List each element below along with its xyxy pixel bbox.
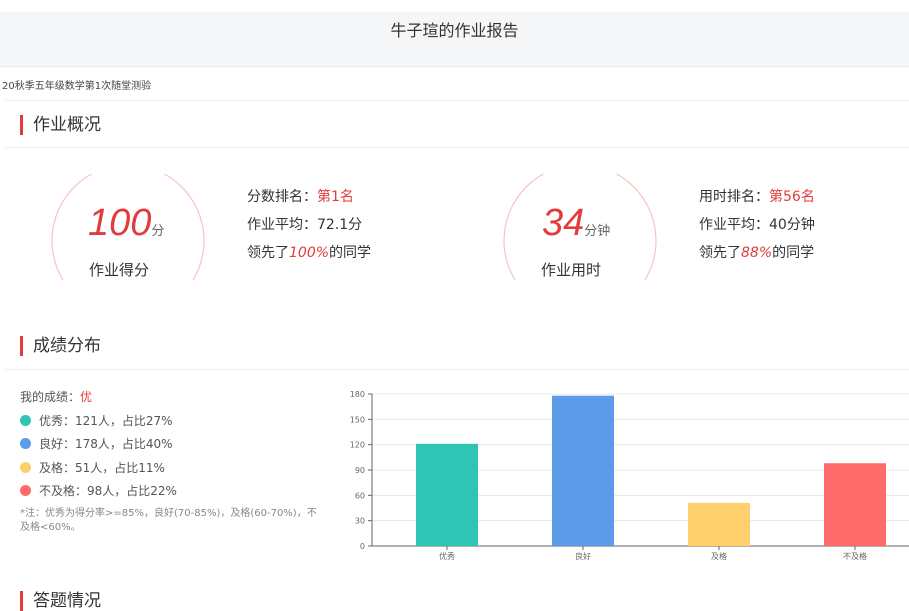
bar-良好 [552,395,614,546]
time-ring [503,174,657,281]
bar-不及格 [824,463,886,546]
bar-优秀 [416,443,478,546]
divider [5,147,909,148]
divider [5,369,909,370]
grade-note: *注：优秀为得分率>=85%，良好(70-85%)，及格(60-70%)，不及格… [20,508,317,533]
score-caption: 作业得分 [89,261,150,279]
bar-及格 [688,502,750,546]
score-ring [51,174,205,281]
x-tick-label: 不及格 [843,551,867,561]
y-tick-label: 150 [350,415,365,424]
legend-dot [20,461,31,473]
time-caption: 作业用时 [541,261,602,279]
y-tick-label: 60 [355,491,365,500]
legend-dot [20,485,31,496]
section-title-answers: 答题情况 [20,591,101,611]
time-stats: 用时排名：第56名 作业平均：40分钟 领先了88%的同学 [699,189,815,261]
grade-bar-chart: 0 30 60 90 120 150 180 优秀 良好 及格 不及格 [350,390,909,561]
y-tick-label: 90 [355,466,365,475]
legend-item: 优秀：121人，占比27% [20,410,177,434]
assignment-name: 20秋季五年级数学第1次随堂测验 [2,81,152,92]
x-tick-label: 及格 [711,551,727,561]
legend-text: 不及格：98人，占比22% [39,484,177,498]
y-tick-label: 180 [350,390,365,399]
legend-text: 良好：178人，占比40% [39,437,173,451]
legend-item: 良好：178人，占比40% [20,433,177,457]
x-tick-label: 良好 [575,551,591,561]
score-value: 100分 [88,202,165,244]
legend-text: 优秀：121人，占比27% [39,413,173,428]
page-title: 牛子瑄的作业报告 [390,21,519,40]
grade-legend: 我的成绩：优 优秀：121人，占比27% 良好：178人，占比40% 及格：51人，… [20,386,177,504]
legend-item: 及格：51人，占比11% [20,457,177,481]
section-title-overview: 作业概况 [20,115,101,135]
score-stats: 分数排名：第1名 作业平均：72.1分 领先了100%的同学 [247,189,372,261]
time-value: 34分钟 [542,202,611,244]
y-tick-label: 0 [360,542,365,551]
legend-text: 及格：51人，占比11% [39,460,165,475]
divider [5,100,909,101]
legend-dot [20,438,31,449]
y-tick-label: 120 [350,441,365,450]
legend-item: 不及格：98人，占比22% [20,480,177,504]
y-tick-label: 30 [355,517,365,526]
section-title-distribution: 成绩分布 [20,336,101,356]
page-header: 牛子瑄的作业报告 [0,12,909,67]
legend-dot [20,414,31,426]
x-tick-label: 优秀 [439,551,455,561]
